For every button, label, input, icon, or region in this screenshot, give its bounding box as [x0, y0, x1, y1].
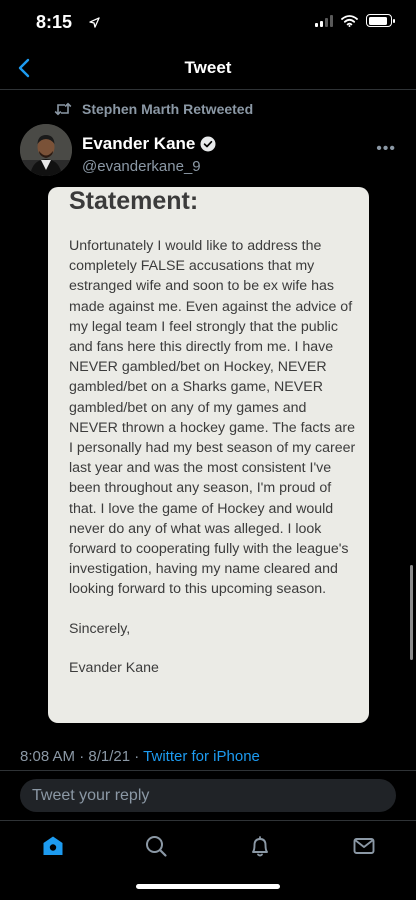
retweet-label: Stephen Marth Retweeted — [82, 101, 254, 117]
nav-header: Tweet — [0, 46, 416, 90]
author-name-row: Evander Kane — [82, 134, 216, 154]
search-icon — [146, 836, 167, 857]
meta-separator: · — [130, 748, 144, 765]
statement-paragraph: Unfortunately I would like to address th… — [69, 238, 356, 598]
tweet-source-link[interactable]: Twitter for iPhone — [143, 748, 260, 765]
bell-icon — [252, 836, 268, 857]
author-handle[interactable]: @evanderkane_9 — [82, 158, 216, 175]
tab-home[interactable] — [40, 833, 66, 859]
tab-search[interactable] — [143, 833, 169, 859]
status-bar: 8:15 — [0, 0, 416, 46]
statement-signature: Evander Kane — [69, 659, 159, 676]
more-options-icon[interactable]: ••• — [376, 140, 396, 158]
statement-image[interactable]: Statement: Unfortunately I would like to… — [48, 187, 369, 723]
tweet-time: 8:08 AM — [20, 748, 76, 765]
mail-icon — [353, 838, 375, 854]
statement-signoff: Sincerely, — [69, 620, 131, 637]
statement-title: Statement: — [69, 187, 199, 215]
tweet-date: 8/1/21 — [88, 748, 131, 765]
verified-badge-icon — [200, 136, 216, 152]
wifi-icon — [341, 14, 358, 27]
author-block: Evander Kane @evanderkane_9 — [82, 134, 216, 175]
author-name[interactable]: Evander Kane — [82, 134, 195, 154]
statement-body: Unfortunately I would like to address th… — [69, 236, 359, 678]
battery-fill — [368, 16, 388, 25]
battery-icon — [366, 14, 395, 27]
home-indicator[interactable] — [136, 884, 280, 889]
retweet-icon — [54, 102, 72, 116]
reply-input[interactable] — [20, 779, 396, 812]
page-title: Tweet — [184, 58, 232, 77]
tab-bar — [0, 820, 416, 870]
status-icons — [315, 14, 395, 27]
reply-bar — [0, 770, 416, 818]
tab-notifications[interactable] — [247, 833, 273, 859]
status-time: 8:15 — [36, 12, 73, 32]
home-icon — [43, 836, 63, 855]
scroll-indicator[interactable] — [410, 565, 413, 660]
avatar-image — [20, 124, 72, 176]
tweet-meta: 8:08 AM · 8/1/21 · Twitter for iPhone — [20, 748, 260, 765]
tab-messages[interactable] — [351, 833, 377, 859]
meta-separator: · — [75, 748, 89, 765]
location-arrow-icon — [89, 17, 100, 28]
retweet-indicator[interactable]: Stephen Marth Retweeted — [54, 100, 253, 118]
cellular-signal-icon — [315, 14, 333, 27]
avatar[interactable] — [20, 124, 72, 176]
